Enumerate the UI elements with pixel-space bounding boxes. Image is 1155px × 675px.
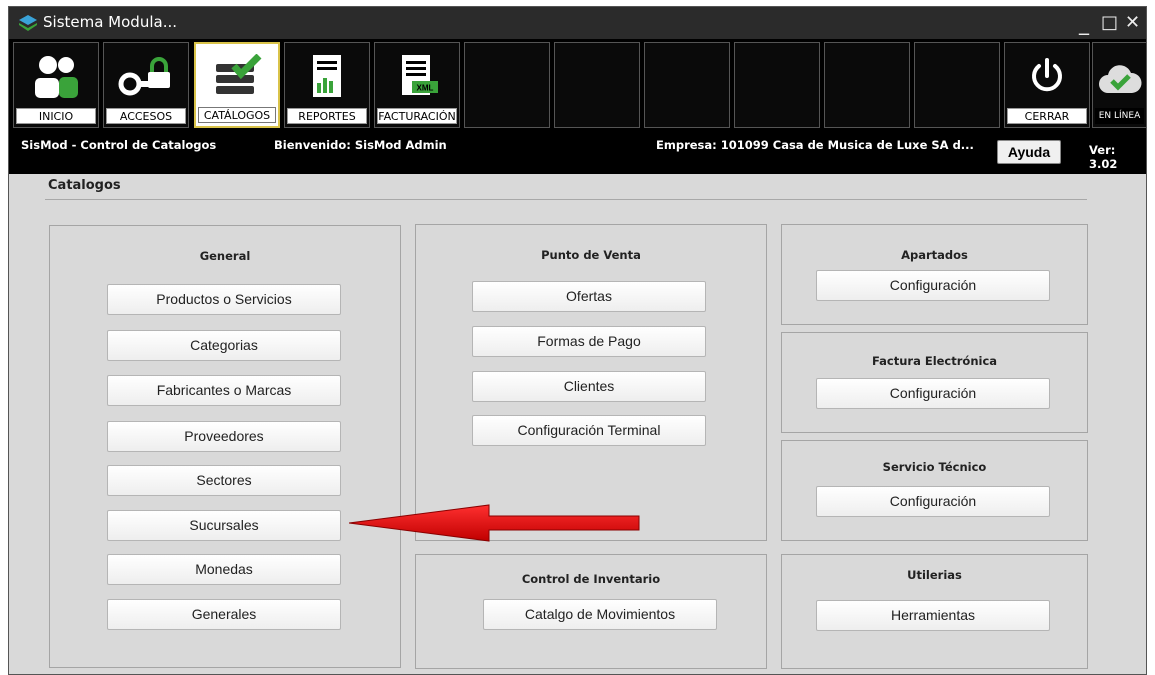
minimize-button[interactable]: _ [1079,9,1089,37]
divider [45,199,1087,200]
tile-label: CATÁLOGOS [198,107,276,123]
panel-title: General [199,249,251,263]
panel-servicio-tecnico: Servicio Técnico Configuración [781,440,1088,541]
section-title: Catalogos [48,178,121,193]
sucursales-button[interactable]: Sucursales [107,510,341,541]
categorias-button[interactable]: Categorias [107,330,341,361]
maximize-button[interactable]: □ [1101,9,1118,37]
servicio-configuracion-button[interactable]: Configuración [816,486,1050,517]
panel-factura-electronica: Factura Electrónica Configuración [781,332,1088,433]
report-chart-icon [285,47,369,105]
sectores-button[interactable]: Sectores [107,465,341,496]
productos-servicios-button[interactable]: Productos o Servicios [107,284,341,315]
panel-title: Punto de Venta [541,248,641,262]
tile-cerrar[interactable]: CERRAR [1004,42,1090,128]
tile-accesos[interactable]: ACCESOS [103,42,189,128]
fabricantes-marcas-button[interactable]: Fabricantes o Marcas [107,375,341,406]
panel-general: General Productos o Servicios Categorias… [49,225,401,668]
configuracion-terminal-button[interactable]: Configuración Terminal [472,415,706,446]
panel-control-inventario: Control de Inventario Catalgo de Movimie… [415,554,767,669]
panel-title: Utilerias [907,568,962,582]
close-button[interactable]: ✕ [1125,9,1140,37]
app-window: Sistema Modula... _ □ ✕ INICIO ACCESOS C… [8,6,1147,675]
apartados-configuracion-button[interactable]: Configuración [816,270,1050,301]
formas-pago-button[interactable]: Formas de Pago [472,326,706,357]
tile-label: CERRAR [1007,108,1087,124]
catalog-checklist-icon [196,48,278,106]
red-arrow-annotation [349,504,640,542]
key-lock-icon [104,47,188,105]
tile-label: ACCESOS [106,108,186,124]
empty-tile [824,42,910,128]
window-title: Sistema Modula... [43,13,177,31]
clientes-button[interactable]: Clientes [472,371,706,402]
empty-tile [554,42,640,128]
panel-punto-venta: Punto de Venta Ofertas Formas de Pago Cl… [415,224,767,541]
svg-text:XML: XML [417,84,434,93]
panel-title: Control de Inventario [521,572,661,586]
panel-utilerias: Utilerias Herramientas [781,554,1088,669]
module-toolbar: INICIO ACCESOS CATÁLOGOS REPORTES XML FA… [9,39,1146,134]
catalogo-movimientos-button[interactable]: Catalgo de Movimientos [483,599,717,630]
tile-label: INICIO [16,108,96,124]
tile-label: EN LÍNEA [1095,108,1144,124]
empty-tile [464,42,550,128]
tile-catalogos[interactable]: CATÁLOGOS [194,42,280,128]
module-name: SisMod - Control de Catalogos [21,138,217,152]
panel-apartados: Apartados Configuración [781,224,1088,325]
empty-tile [644,42,730,128]
cloud-check-icon [1093,51,1146,109]
ofertas-button[interactable]: Ofertas [472,281,706,312]
welcome-text: Bienvenido: SisMod Admin [274,138,447,152]
herramientas-button[interactable]: Herramientas [816,600,1050,631]
version-text: Ver: 3.02 [1089,143,1118,171]
proveedores-button[interactable]: Proveedores [107,421,341,452]
tile-inicio[interactable]: INICIO [13,42,99,128]
tile-reportes[interactable]: REPORTES [284,42,370,128]
app-logo-icon [19,15,37,31]
empty-tile [734,42,820,128]
generales-button[interactable]: Generales [107,599,341,630]
help-button[interactable]: Ayuda [997,140,1061,164]
tile-label: FACTURACIÓN [377,108,457,124]
catalogs-content: Catalogos General Productos o Servicios … [9,174,1146,674]
title-bar: Sistema Modula... _ □ ✕ [9,7,1146,39]
panel-title: Apartados [901,248,968,262]
empty-tile [914,42,1000,128]
users-icon [14,47,98,105]
info-bar: SisMod - Control de Catalogos Bienvenido… [9,134,1146,174]
factura-configuracion-button[interactable]: Configuración [816,378,1050,409]
xml-invoice-icon: XML [375,47,459,105]
company-text: Empresa: 101099 Casa de Musica de Luxe S… [656,138,974,152]
panel-title: Factura Electrónica [871,354,998,368]
monedas-button[interactable]: Monedas [107,554,341,585]
tile-facturacion[interactable]: XML FACTURACIÓN [374,42,460,128]
online-status: EN LÍNEA [1092,42,1146,128]
tile-label: REPORTES [287,108,367,124]
power-icon [1005,47,1089,105]
panel-title: Servicio Técnico [882,460,987,474]
